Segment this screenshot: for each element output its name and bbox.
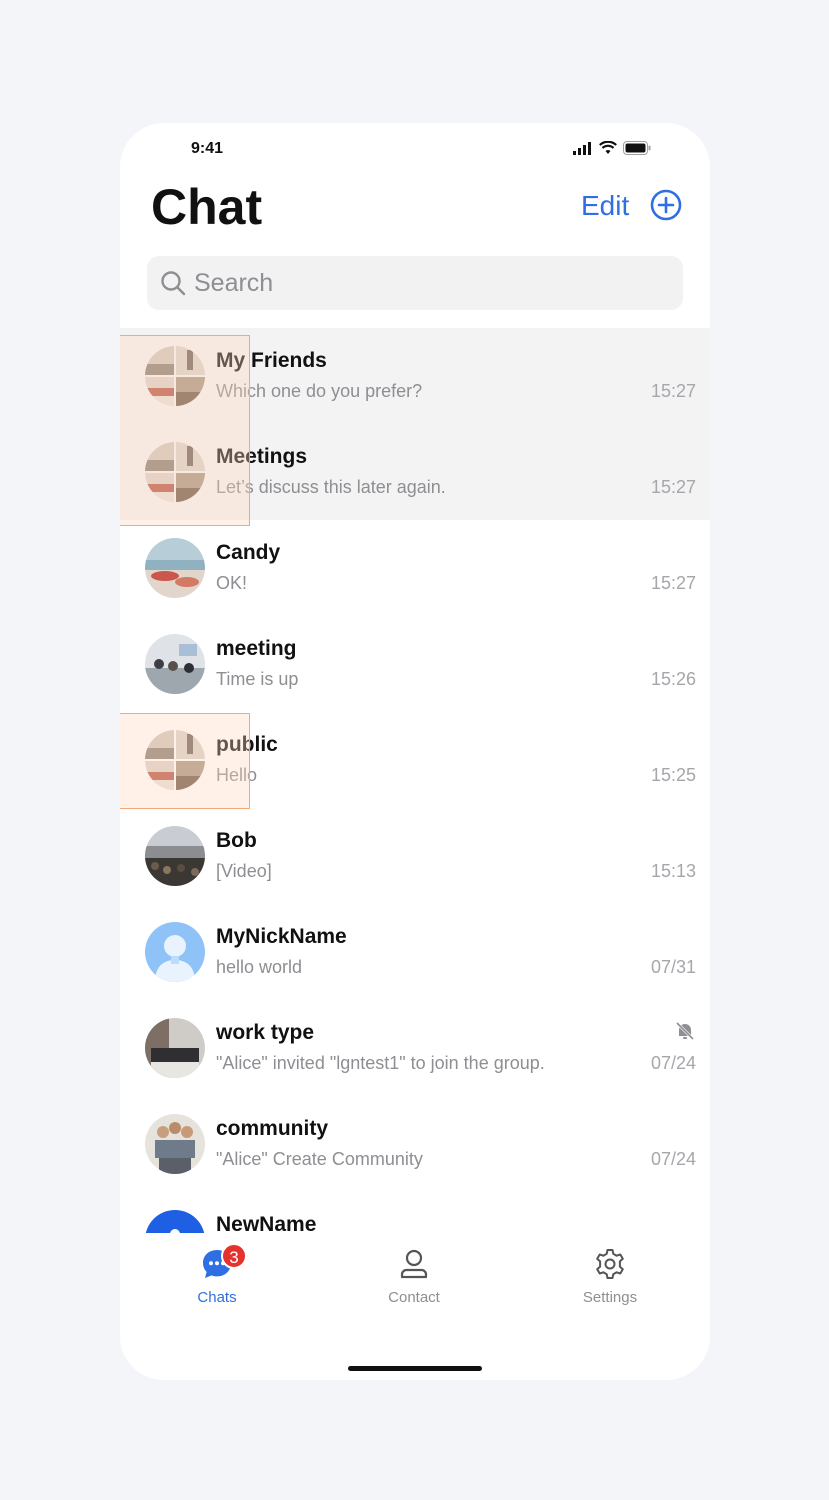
tab-contact[interactable]: Contact — [354, 1247, 474, 1306]
chat-timestamp: 15:13 — [650, 861, 696, 881]
chat-name: public — [216, 733, 278, 756]
avatar — [145, 1114, 205, 1174]
avatar — [145, 1018, 205, 1078]
chat-row[interactable]: meeting Time is up 15:26 — [120, 616, 710, 712]
chat-timestamp: 07/31 — [650, 957, 696, 977]
chat-timestamp: 15:25 — [650, 765, 696, 785]
chat-row[interactable]: work type "Alice" invited "lgntest1" to j… — [120, 1000, 710, 1096]
avatar — [145, 922, 205, 982]
status-bar: 9:41 — [120, 123, 710, 175]
chat-timestamp: 15:27 — [650, 477, 696, 497]
tab-label: Contact — [388, 1289, 440, 1306]
avatar — [145, 442, 205, 502]
chat-row[interactable]: Candy OK! 15:27 — [120, 520, 710, 616]
page-title: Chat — [151, 179, 263, 235]
chat-last-message: "Alice" Create Community — [216, 1149, 423, 1169]
chat-last-message: hello world — [216, 957, 303, 977]
chat-timestamp: 15:27 — [650, 381, 696, 401]
search-icon — [161, 271, 186, 296]
chat-row[interactable]: public Hello 15:25 — [120, 712, 710, 808]
cellular-signal-icon — [573, 142, 591, 155]
search-bar[interactable]: Search — [147, 256, 683, 310]
person-icon — [400, 1249, 428, 1279]
status-time: 9:41 — [191, 140, 224, 157]
tab-chats[interactable]: 3 Chats — [157, 1243, 277, 1306]
avatar — [145, 826, 205, 886]
chat-last-message: Let’s discuss this later again. — [216, 477, 446, 497]
muted-bell-icon — [675, 1021, 695, 1041]
chat-timestamp: 07/24 — [650, 1149, 696, 1169]
chat-row[interactable]: community "Alice" Create Community 07/24 — [120, 1096, 710, 1192]
avatar — [145, 346, 205, 406]
battery-icon — [623, 141, 651, 155]
chat-last-message: OK! — [216, 573, 248, 593]
avatar — [145, 538, 205, 598]
wifi-icon — [599, 141, 617, 154]
avatar — [145, 1210, 205, 1233]
unread-badge: 3 — [221, 1243, 247, 1269]
chat-name: Meetings — [216, 445, 308, 468]
chat-row[interactable]: Bob [Video] 15:13 — [120, 808, 710, 904]
chat-row[interactable]: MyNickName hello world 07/31 — [120, 904, 710, 1000]
chat-last-message: Time is up — [216, 669, 299, 689]
edit-button[interactable]: Edit — [581, 188, 629, 224]
chat-timestamp: 15:27 — [650, 573, 696, 593]
chat-name: Candy — [216, 541, 281, 564]
chat-name: MyNickName — [216, 925, 347, 948]
avatar — [145, 634, 205, 694]
chat-list: My Friends Which one do you prefer? 15:27 M… — [120, 328, 710, 1233]
chat-last-message: Which one do you prefer? — [216, 381, 423, 401]
chat-timestamp: 07/24 — [650, 1053, 696, 1073]
tab-settings[interactable]: Settings — [550, 1247, 670, 1306]
home-indicator — [348, 1366, 482, 1371]
plus-circle-icon[interactable] — [650, 189, 682, 221]
chat-name: community — [216, 1117, 329, 1140]
chat-name: work type — [216, 1021, 315, 1044]
status-icons — [573, 140, 651, 156]
chat-timestamp: 15:26 — [650, 669, 696, 689]
chat-name: My Friends — [216, 349, 327, 372]
tab-label: Settings — [582, 1289, 638, 1306]
chat-row[interactable]: NewName — [120, 1192, 710, 1233]
chat-row[interactable]: My Friends Which one do you prefer? 15:27 — [120, 328, 710, 424]
search-placeholder: Search — [194, 268, 274, 297]
chat-name: meeting — [216, 637, 297, 660]
chat-name: NewName — [216, 1213, 317, 1233]
gear-icon — [596, 1249, 624, 1279]
chat-last-message: "Alice" invited "lgntest1" to join the g… — [216, 1053, 545, 1073]
chat-last-message: [Video] — [216, 861, 272, 881]
phone-screen: 9:41 Chat Edit Search My Friends Which o… — [120, 123, 710, 1380]
tab-label: Chats — [197, 1289, 237, 1306]
tab-bar: 3 Chats Contact Settings — [120, 1233, 710, 1333]
chat-row[interactable]: Meetings Let’s discuss this later again. 1… — [120, 424, 710, 520]
chat-last-message: Hello — [216, 765, 258, 785]
avatar — [145, 730, 205, 790]
chat-name: Bob — [216, 829, 257, 852]
